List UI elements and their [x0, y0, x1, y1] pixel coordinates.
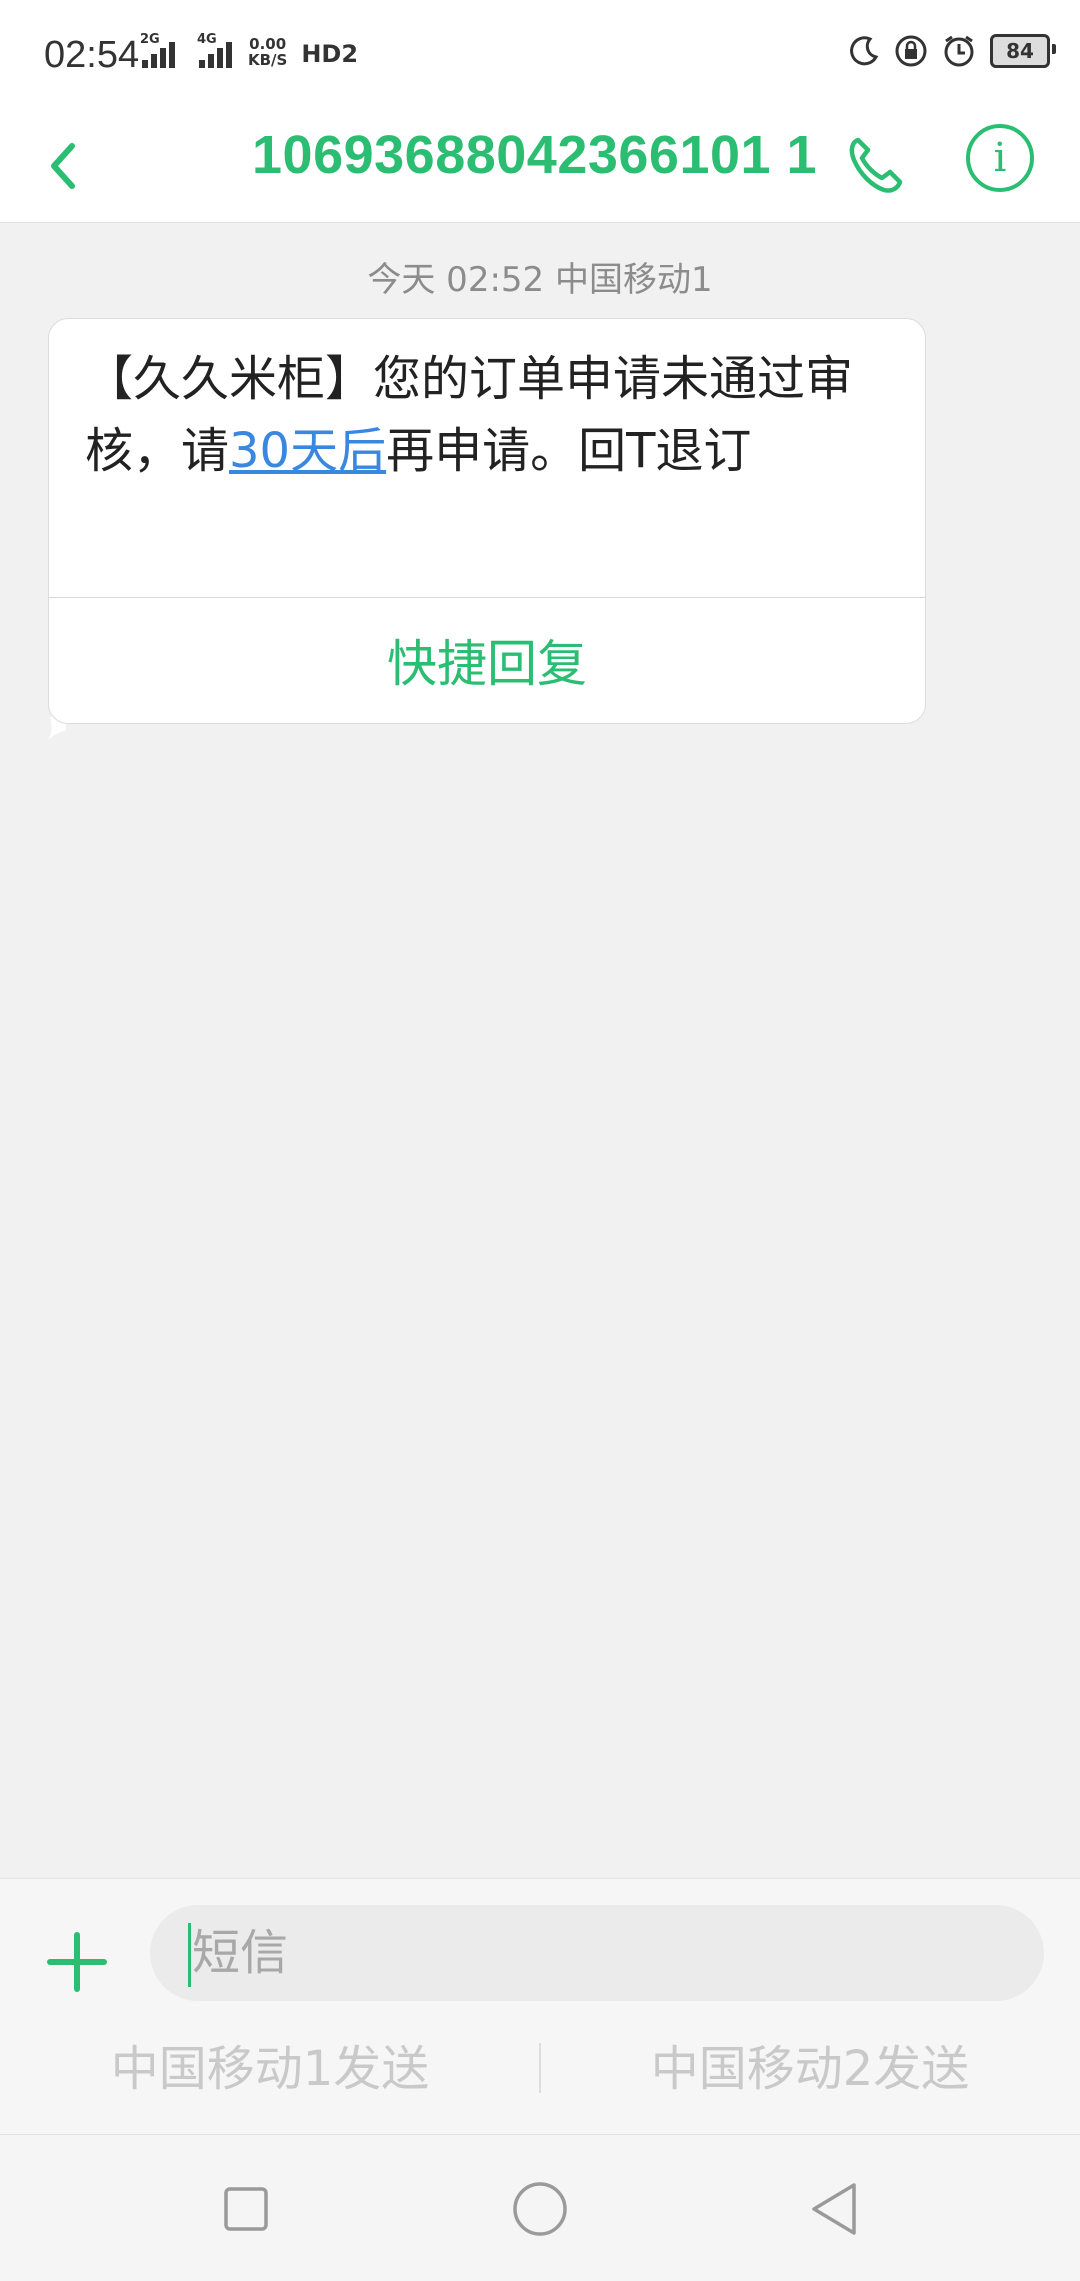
triangle-back-icon [812, 2183, 856, 2235]
bubble-divider [49, 597, 925, 598]
nav-back-button[interactable] [804, 2179, 864, 2239]
message-bubble[interactable]: 【久久米柜】您的订单申请未通过审核，请30天后再申请。回T退订 快捷回复 [48, 318, 926, 724]
network-indicators: 2G 4G 0.00 KB/S HD2 [140, 32, 359, 69]
square-recents-icon [224, 2187, 268, 2231]
back-button[interactable] [38, 130, 98, 200]
message-link[interactable]: 30天后 [229, 423, 386, 479]
hd-voice-icon: HD2 [301, 40, 359, 68]
signal-sim2-icon: 4G [197, 32, 232, 68]
plus-icon [47, 1932, 107, 1992]
navigation-bar [0, 2134, 1080, 2281]
circle-home-icon [513, 2182, 567, 2236]
recents-button[interactable] [216, 2179, 276, 2239]
phone-icon [849, 137, 903, 193]
network-speed: 0.00 KB/S [248, 35, 288, 69]
status-time: 02:54 [44, 34, 140, 76]
conversation-header: 10693688042366101 1 i [0, 110, 1080, 223]
quick-reply-button[interactable]: 快捷回复 [49, 609, 925, 719]
message-input[interactable]: 短信 [150, 1905, 1044, 2001]
chevron-left-icon [51, 143, 75, 189]
text-caret [188, 1923, 191, 1987]
send-sim2-button[interactable]: 中国移动2发送 [540, 2029, 1080, 2109]
message-timestamp: 今天 02:52 中国移动1 [367, 260, 713, 300]
call-button[interactable] [840, 130, 910, 200]
add-attachment-button[interactable] [46, 1931, 108, 1993]
status-bar: 02:54 2G 4G 0.00 KB/S HD2 84 [0, 0, 1080, 110]
info-icon: i [993, 135, 1007, 181]
status-icons: 84 [848, 34, 1056, 68]
battery-icon: 84 [990, 34, 1056, 68]
moon-icon [848, 35, 880, 67]
send-sim1-button[interactable]: 中国移动1发送 [0, 2029, 540, 2109]
info-button[interactable]: i [966, 124, 1034, 192]
signal-sim1-icon: 2G [140, 32, 175, 68]
composer: 短信 中国移动1发送 中国移动2发送 [0, 1878, 1080, 2135]
contact-number: 10693688042366101 1 [252, 125, 818, 185]
alarm-icon [942, 34, 976, 68]
message-text: 【久久米柜】您的订单申请未通过审核，请30天后再申请。回T退订 [85, 351, 854, 479]
message-input-placeholder: 短信 [192, 1925, 289, 1981]
lock-rotation-icon [894, 34, 928, 68]
home-button[interactable] [510, 2179, 570, 2239]
